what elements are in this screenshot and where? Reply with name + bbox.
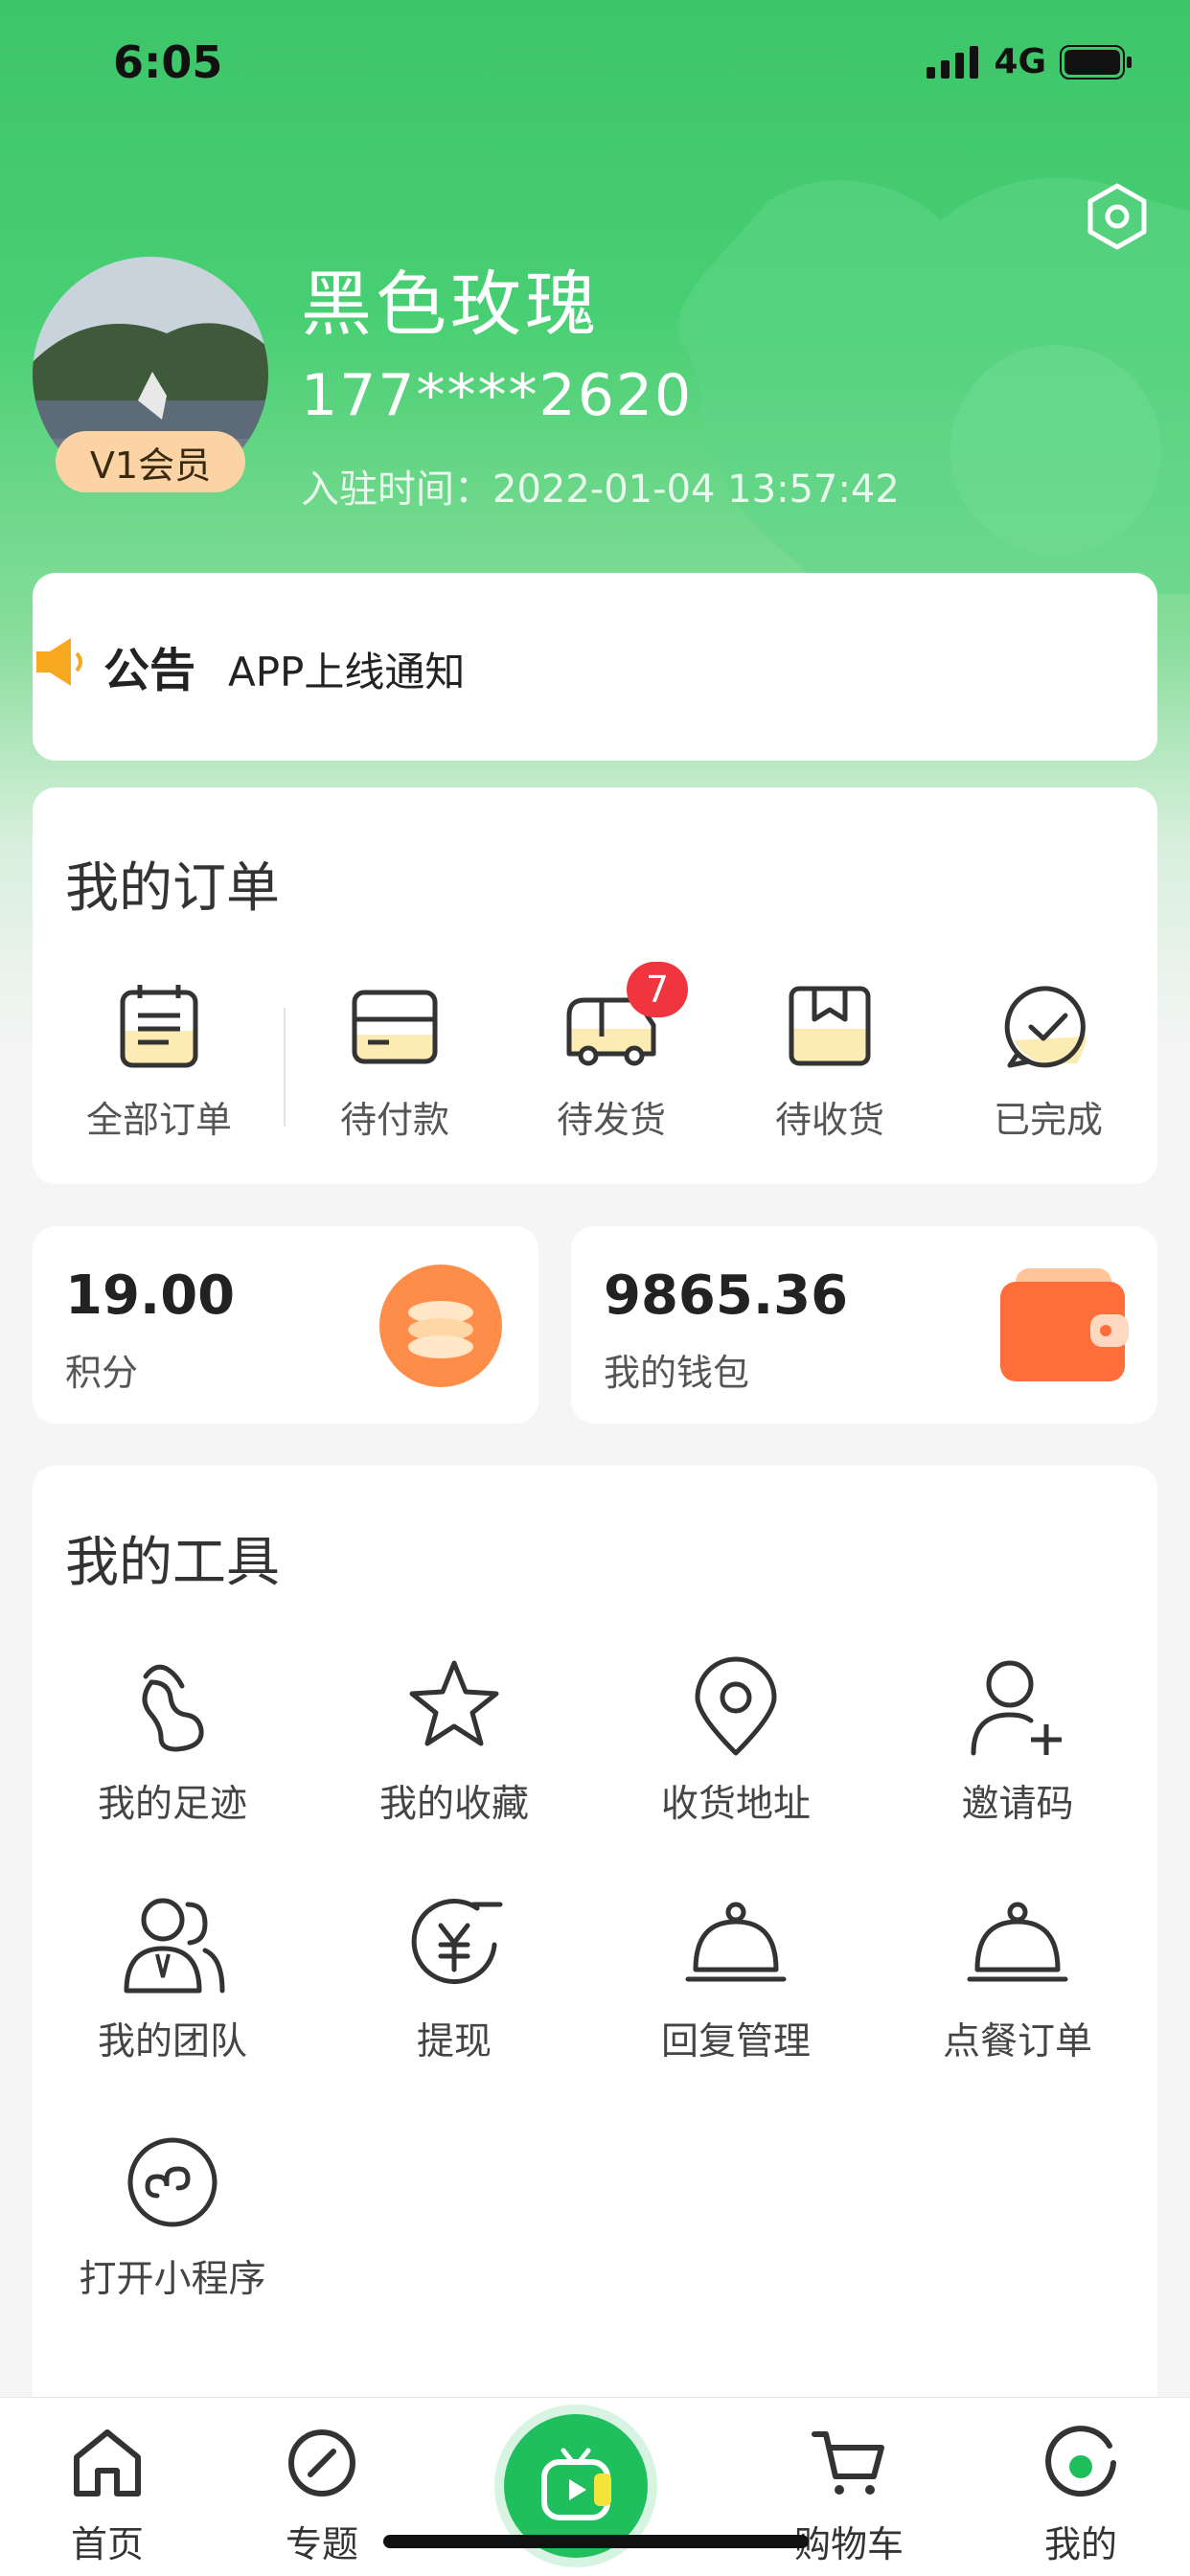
- wallet-card[interactable]: 9865.36 我的钱包: [571, 1226, 1157, 1424]
- network-type: 4G: [994, 42, 1046, 81]
- footprint-icon: [142, 1664, 204, 1752]
- order-completed-label: 已完成: [993, 1099, 1103, 1141]
- tool-food-orders-label: 点餐订单: [942, 2020, 1092, 2063]
- tool-reply-manage[interactable]: 回复管理: [630, 1891, 841, 2073]
- yuan-icon: [411, 1899, 503, 1985]
- wallet-icon: [1000, 1268, 1129, 1381]
- tool-mini-program-label: 打开小程序: [79, 2258, 266, 2301]
- tool-favorites[interactable]: 我的收藏: [349, 1653, 560, 1835]
- tool-reply-manage-label: 回复管理: [660, 2020, 811, 2063]
- join-time-label: 入驻时间：: [301, 467, 492, 512]
- tool-team[interactable]: 我的团队: [67, 1891, 278, 2073]
- star-icon: [409, 1660, 499, 1746]
- team-icon: [124, 1898, 225, 1994]
- tool-team-label: 我的团队: [97, 2020, 247, 2063]
- my-tools-card: 我的工具 我的足迹 我的收藏 收货地址 邀请码 我的团队 提现 回复管理 点餐订…: [33, 1466, 1157, 2424]
- status-icons: 4G: [927, 42, 1133, 81]
- order-unpaid[interactable]: 待付款: [318, 979, 471, 1171]
- tab-mine[interactable]: 我的: [985, 2425, 1177, 2567]
- vip-badge: V1会员: [56, 431, 245, 492]
- user-phone: 177****2620: [301, 362, 694, 429]
- home-indicator: [383, 2535, 809, 2548]
- megaphone-icon: [36, 638, 82, 686]
- order-to-ship-label: 待发货: [556, 1099, 666, 1141]
- battery-icon: [1060, 44, 1132, 80]
- to-ship-count-badge: 7: [627, 962, 688, 1017]
- coins-icon: [379, 1265, 502, 1387]
- tab-cart-label: 购物车: [793, 2523, 904, 2565]
- points-label: 积分: [65, 1352, 139, 1394]
- join-time-value: 2022-01-04 13:57:42: [492, 467, 900, 512]
- order-list-icon: [120, 985, 198, 1068]
- tab-topics-label: 专题: [285, 2523, 358, 2565]
- wallet-label: 我的钱包: [604, 1352, 750, 1394]
- order-all[interactable]: 全部订单: [82, 979, 236, 1171]
- tab-mine-label: 我的: [1043, 2523, 1117, 2565]
- tool-invite-code-label: 邀请码: [961, 1783, 1074, 1826]
- order-all-label: 全部订单: [85, 1099, 232, 1141]
- wallet-value: 9865.36: [604, 1265, 849, 1327]
- order-to-receive[interactable]: 待收货: [753, 979, 906, 1171]
- compass-icon: [288, 2429, 355, 2496]
- settings-icon[interactable]: [1083, 182, 1152, 251]
- tool-withdraw-label: 提现: [416, 2020, 492, 2063]
- orders-title: 我的订单: [65, 857, 280, 920]
- order-divider: [284, 1008, 286, 1127]
- join-time: 入驻时间：2022-01-04 13:57:42: [301, 458, 900, 513]
- mini-program-icon: [127, 2137, 217, 2227]
- notice-bar[interactable]: 公告 APP上线通知: [33, 573, 1157, 761]
- tab-home-label: 首页: [70, 2523, 144, 2565]
- tab-home[interactable]: 首页: [11, 2425, 203, 2567]
- box-icon: [789, 986, 871, 1066]
- tool-address[interactable]: 收货地址: [630, 1653, 841, 1835]
- order-completed[interactable]: 已完成: [972, 979, 1125, 1171]
- home-icon: [74, 2429, 141, 2496]
- cloche-icon: [967, 1902, 1068, 1982]
- notice-tag: 公告: [103, 644, 196, 697]
- add-user-icon: [971, 1660, 1062, 1756]
- tool-food-orders[interactable]: 点餐订单: [912, 1891, 1123, 2073]
- cart-icon: [812, 2431, 884, 2495]
- tool-invite-code[interactable]: 邀请码: [912, 1653, 1123, 1835]
- card-icon: [352, 990, 438, 1064]
- order-unpaid-label: 待付款: [339, 1099, 449, 1141]
- tool-favorites-label: 我的收藏: [378, 1783, 529, 1826]
- tool-mini-program[interactable]: 打开小程序: [67, 2129, 278, 2311]
- status-time: 6:05: [113, 36, 223, 88]
- tool-address-label: 收货地址: [660, 1783, 811, 1826]
- notice-text[interactable]: APP上线通知: [228, 640, 465, 698]
- points-card[interactable]: 19.00 积分: [33, 1226, 538, 1424]
- order-to-receive-label: 待收货: [774, 1099, 884, 1141]
- tool-footprint-label: 我的足迹: [97, 1783, 247, 1826]
- profile-tab-icon: [1045, 2426, 1116, 2497]
- check-circle-icon: [1004, 986, 1087, 1068]
- tv-play-icon: [541, 2448, 611, 2520]
- tool-footprint[interactable]: 我的足迹: [67, 1653, 278, 1835]
- tools-title: 我的工具: [65, 1532, 280, 1594]
- signal-icon: [927, 45, 979, 79]
- tool-withdraw[interactable]: 提现: [349, 1891, 560, 2073]
- points-value: 19.00: [65, 1265, 236, 1327]
- user-nickname: 黑色玫瑰: [301, 263, 600, 346]
- cloche-icon: [685, 1902, 787, 1982]
- location-icon: [695, 1656, 777, 1756]
- my-orders-card: 我的订单 全部订单 待付款 待发货 7 待收货 已完成: [33, 787, 1157, 1184]
